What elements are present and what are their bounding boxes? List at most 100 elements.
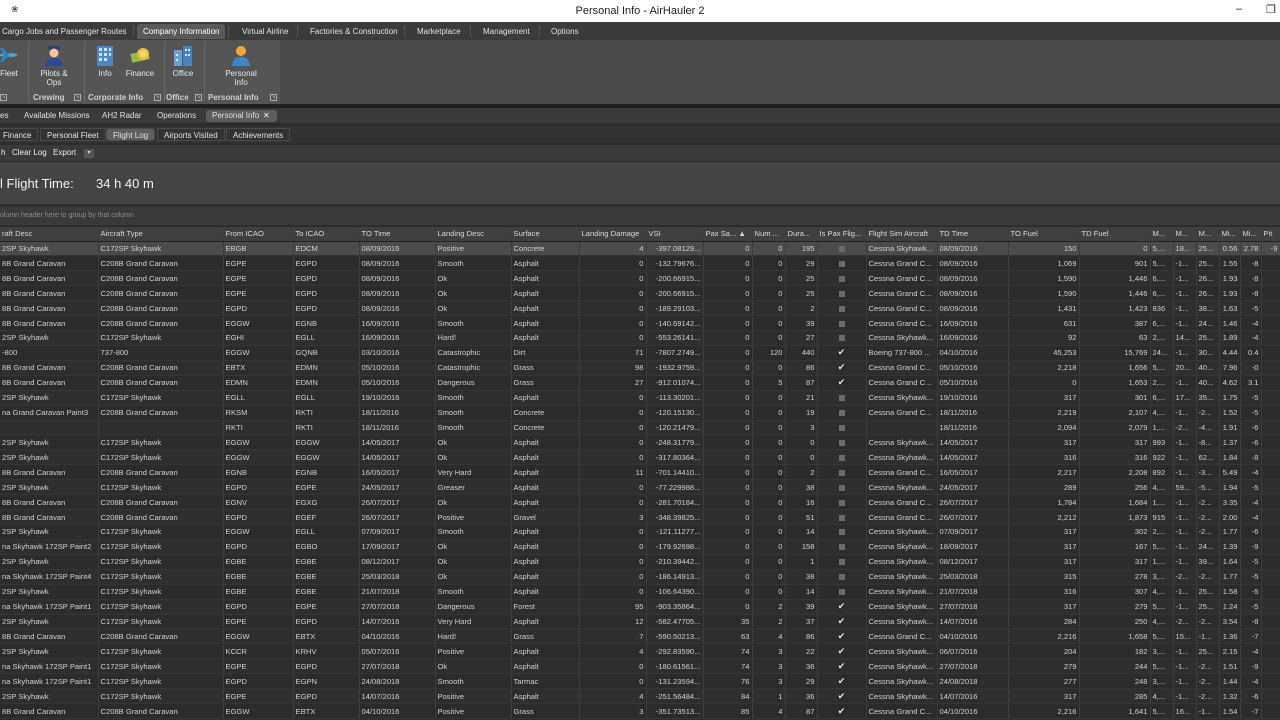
column-header[interactable]: raft Desc bbox=[0, 227, 99, 242]
pax-flight-checkbox[interactable] bbox=[817, 285, 867, 302]
pax-flight-checkbox[interactable]: ✔ bbox=[817, 673, 867, 690]
pax-flight-checkbox[interactable] bbox=[817, 270, 867, 287]
pax-flight-checkbox[interactable] bbox=[817, 464, 867, 481]
pax-flight-checkbox[interactable] bbox=[817, 494, 867, 511]
group-expand-icon[interactable]: ↘ bbox=[74, 94, 81, 101]
tab-management[interactable]: Management bbox=[477, 24, 536, 39]
tab-options[interactable]: Options bbox=[545, 24, 585, 39]
pax-flight-checkbox[interactable] bbox=[817, 509, 867, 526]
truncated-toolbar-button[interactable]: h bbox=[1, 147, 5, 159]
column-header[interactable]: Mi... bbox=[1219, 227, 1241, 242]
pax-flight-checkbox[interactable] bbox=[817, 584, 867, 600]
maximize-button[interactable]: ❐ bbox=[1266, 3, 1276, 16]
column-header[interactable]: Pit bbox=[1261, 227, 1280, 242]
table-row[interactable]: 8B Grand Caravan C208B Grand Caravan EGNV E… bbox=[0, 494, 1280, 511]
column-header[interactable]: M... bbox=[1150, 227, 1174, 242]
doc-tab-available-missions[interactable]: Available Missions bbox=[18, 110, 96, 122]
close-tab-icon[interactable]: ✕ bbox=[263, 110, 270, 122]
column-header[interactable]: TD Fuel bbox=[1079, 227, 1151, 242]
flight-log-grid[interactable]: raft Desc Aircraft Type From ICAO To ICAO TO… bbox=[0, 227, 1280, 720]
table-row[interactable]: 8B Grand Caravan C208B Grand Caravan EGPD E… bbox=[0, 300, 1280, 317]
pilots-ops-button[interactable]: Pilots & Ops bbox=[38, 44, 70, 87]
column-header[interactable]: Pax Sa... ▲ bbox=[703, 227, 753, 242]
table-row[interactable]: 2SP Skyhawk C172SP Skyhawk EGPD EGPE 24/05/2… bbox=[0, 479, 1280, 496]
table-row[interactable]: RKTI RKTI 18/11/2016 Smooth Concrete 0 -120.21… bbox=[0, 420, 1280, 436]
table-row[interactable]: na Skyhawk 172SP Paint4 C172SP Skyhawk EGB… bbox=[0, 569, 1280, 585]
tab-finance[interactable]: Finance bbox=[0, 128, 39, 141]
group-by-panel[interactable]: olumn header here to group by that colum… bbox=[0, 207, 1280, 225]
table-row[interactable]: 8B Grand Caravan C208B Grand Caravan EGPE E… bbox=[0, 285, 1280, 302]
tab-factories-construction[interactable]: Factories & Construction bbox=[304, 24, 404, 39]
pax-flight-checkbox[interactable] bbox=[817, 554, 867, 570]
column-header[interactable]: M... bbox=[1173, 227, 1197, 242]
personal-info-button[interactable]: Personal Info bbox=[222, 44, 260, 87]
table-row[interactable]: 8B Grand Caravan C208B Grand Caravan EGPE E… bbox=[0, 255, 1280, 272]
column-header[interactable]: TO Time bbox=[359, 227, 436, 242]
table-row[interactable]: 2SP Skyhawk C172SP Skyhawk EGGW EGLL 07/09/2… bbox=[0, 524, 1280, 540]
table-row[interactable]: -800 737-800 EGGW GQNB 03/10/2016 Catastrophi… bbox=[0, 345, 1280, 361]
tab-cargo-jobs[interactable]: Cargo Jobs and Passenger Routes bbox=[0, 24, 133, 39]
table-row[interactable]: 8B Grand Caravan C208B Grand Caravan EGGW E… bbox=[0, 703, 1280, 719]
table-row[interactable]: 8B Grand Caravan C208B Grand Caravan EDMN E… bbox=[0, 375, 1280, 391]
column-header[interactable]: Dura... bbox=[785, 227, 818, 242]
group-expand-icon[interactable]: ↘ bbox=[270, 94, 277, 101]
pax-flight-checkbox[interactable] bbox=[817, 479, 867, 496]
column-header[interactable]: To ICAO bbox=[293, 227, 360, 242]
office-button[interactable]: Office bbox=[170, 44, 196, 78]
column-header[interactable]: Landing Damage bbox=[579, 227, 647, 242]
table-row[interactable]: 8B Grand Caravan C208B Grand Caravan EGPD E… bbox=[0, 509, 1280, 526]
column-header[interactable]: M... bbox=[1196, 227, 1220, 242]
table-row[interactable]: 2SP Skyhawk C172SP Skyhawk EGLL EGLL 19/10/2… bbox=[0, 390, 1280, 406]
column-header[interactable]: Num ... bbox=[752, 227, 786, 242]
doc-tab-ah2-radar[interactable]: AH2 Radar bbox=[96, 110, 148, 122]
pax-flight-checkbox[interactable] bbox=[817, 241, 867, 257]
table-row[interactable]: 8B Grand Caravan C208B Grand Caravan EGNB E… bbox=[0, 464, 1280, 481]
tab-flight-log[interactable]: Flight Log bbox=[106, 128, 156, 141]
table-row[interactable]: 2SP Skyhawk C172SP Skyhawk EGBE EGBE 21/07/2… bbox=[0, 584, 1280, 600]
tab-achievements[interactable]: Achievements bbox=[226, 128, 291, 141]
table-row[interactable]: 2SP Skyhawk C172SP Skyhawk EBGB EDCM 08/09/2… bbox=[0, 241, 1280, 257]
column-header[interactable]: Landing Desc bbox=[435, 227, 512, 242]
pax-flight-checkbox[interactable] bbox=[817, 524, 867, 540]
pax-flight-checkbox[interactable]: ✔ bbox=[817, 703, 867, 719]
pax-flight-checkbox[interactable] bbox=[817, 569, 867, 585]
table-row[interactable]: 2SP Skyhawk C172SP Skyhawk EGGW EGGW 14/05/2… bbox=[0, 449, 1280, 466]
doc-tab-truncated[interactable]: es bbox=[0, 110, 14, 122]
pax-flight-checkbox[interactable] bbox=[817, 315, 867, 332]
doc-tab-operations[interactable]: Operations bbox=[151, 110, 202, 122]
table-row[interactable]: 8B Grand Caravan C208B Grand Caravan EGGW E… bbox=[0, 628, 1280, 645]
pax-flight-checkbox[interactable] bbox=[817, 390, 867, 406]
pax-flight-checkbox[interactable]: ✔ bbox=[817, 688, 867, 705]
pax-flight-checkbox[interactable] bbox=[817, 420, 867, 436]
column-header[interactable]: From ICAO bbox=[223, 227, 294, 242]
tab-company-information[interactable]: Company Information bbox=[137, 24, 226, 39]
pax-flight-checkbox[interactable]: ✔ bbox=[817, 375, 867, 391]
column-header[interactable]: Aircraft Type bbox=[98, 227, 224, 242]
table-row[interactable]: na Skyhawk 172SP Paint2 C172SP Skyhawk EGP… bbox=[0, 539, 1280, 555]
table-row[interactable]: na Skyhawk 172SP Paint1 C172SP Skyhawk EGP… bbox=[0, 673, 1280, 690]
table-row[interactable]: 8B Grand Caravan C208B Grand Caravan EGGW E… bbox=[0, 315, 1280, 332]
tab-airports-visited[interactable]: Airports Visited bbox=[157, 128, 225, 141]
table-row[interactable]: na Skyhawk 172SP Paint1 C172SP Skyhawk EGP… bbox=[0, 599, 1280, 615]
pax-flight-checkbox[interactable]: ✔ bbox=[817, 614, 867, 630]
column-header[interactable]: TO Fuel bbox=[1008, 227, 1080, 242]
export-button[interactable]: Export bbox=[53, 147, 76, 159]
clear-log-button[interactable]: Clear Log bbox=[12, 147, 47, 159]
column-header[interactable]: TD Time bbox=[937, 227, 1009, 242]
table-row[interactable]: 8B Grand Caravan C208B Grand Caravan EBTX E… bbox=[0, 360, 1280, 376]
tab-marketplace[interactable]: Marketplace bbox=[411, 24, 467, 39]
pax-flight-checkbox[interactable] bbox=[817, 449, 867, 466]
info-button[interactable]: Info bbox=[93, 44, 117, 78]
column-header[interactable]: VSI bbox=[646, 227, 704, 242]
column-header[interactable]: Flight Sim Aircraft bbox=[866, 227, 938, 242]
pax-flight-checkbox[interactable]: ✔ bbox=[817, 643, 867, 660]
pax-flight-checkbox[interactable] bbox=[817, 255, 867, 272]
tab-personal-fleet[interactable]: Personal Fleet bbox=[40, 128, 106, 141]
table-row[interactable]: na Skyhawk 172SP Paint1 C172SP Skyhawk EGP… bbox=[0, 658, 1280, 675]
group-expand-icon[interactable]: ↘ bbox=[154, 94, 161, 101]
pax-flight-checkbox[interactable]: ✔ bbox=[817, 658, 867, 675]
pax-flight-checkbox[interactable] bbox=[817, 330, 867, 346]
table-row[interactable]: 2SP Skyhawk C172SP Skyhawk EGPE EGPD 14/07/2… bbox=[0, 614, 1280, 630]
table-row[interactable]: 2SP Skyhawk C172SP Skyhawk EGBE EGBE 08/12/2… bbox=[0, 554, 1280, 570]
fleet-button[interactable]: Fleet bbox=[0, 44, 22, 78]
